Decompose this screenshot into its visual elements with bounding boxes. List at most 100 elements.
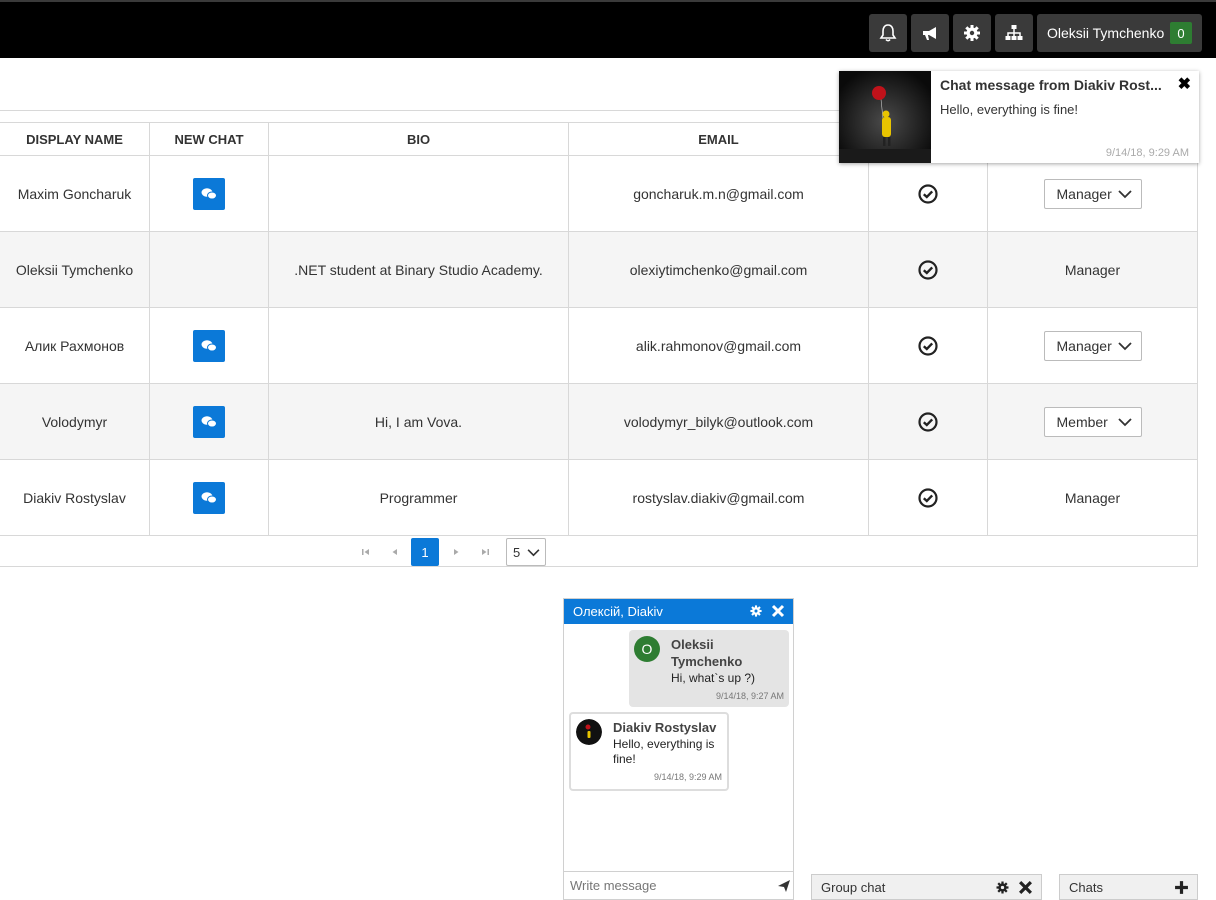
page-size-dropdown[interactable]: 5 xyxy=(506,538,546,566)
user-name: Oleksii Tymchenko xyxy=(1047,25,1165,41)
chevron-down-icon xyxy=(527,549,540,557)
role-cell: Manager xyxy=(1064,262,1121,278)
new-chat-button[interactable] xyxy=(193,482,225,514)
message-author: Diakiv Rostyslav xyxy=(613,720,717,735)
notification-text: Hello, everything is fine! xyxy=(940,102,1079,117)
bio-cell: .NET student at Binary Studio Academy. xyxy=(269,232,569,308)
top-navbar: Oleksii Tymchenko 0 xyxy=(0,0,1216,58)
verified-cell xyxy=(869,156,988,232)
check-circle-icon xyxy=(918,412,938,432)
group-chat-label: Group chat xyxy=(821,879,886,895)
email-cell: goncharuk.m.n@gmail.com xyxy=(569,156,869,232)
message-author-first: Oleksii xyxy=(671,637,714,652)
chats-tab[interactable]: Chats xyxy=(1059,874,1198,900)
chat-bubbles-icon xyxy=(201,340,217,352)
new-chat-button[interactable] xyxy=(193,406,225,438)
bio-cell: Hi, I am Vova. xyxy=(269,384,569,460)
organization-button[interactable] xyxy=(995,14,1033,52)
next-page-icon xyxy=(454,549,459,555)
notifications-button[interactable] xyxy=(869,14,907,52)
plus-icon[interactable] xyxy=(1174,880,1189,895)
email-cell: olexiytimchenko@gmail.com xyxy=(569,232,869,308)
table-row: Oleksii Tymchenko .NET student at Binary… xyxy=(0,232,1197,308)
display-name-cell: Алик Рахмонов xyxy=(0,308,150,384)
announcements-button[interactable] xyxy=(911,14,949,52)
close-icon[interactable] xyxy=(771,604,785,618)
avatar xyxy=(576,719,602,745)
gear-icon xyxy=(964,25,980,41)
user-menu-button[interactable]: Oleksii Tymchenko 0 xyxy=(1037,14,1202,52)
send-icon[interactable] xyxy=(777,879,791,893)
role-cell: Manager xyxy=(988,308,1197,384)
email-cell: rostyslav.diakiv@gmail.com xyxy=(569,460,869,536)
role-cell: Manager xyxy=(1064,490,1121,506)
avatar: O xyxy=(634,636,660,662)
message-input[interactable]: Write message xyxy=(564,871,793,899)
notification-time: 9/14/18, 9:29 AM xyxy=(1105,147,1189,159)
new-chat-button[interactable] xyxy=(193,178,225,210)
message-text-line2: fine! xyxy=(613,752,636,766)
verified-cell xyxy=(869,384,988,460)
new-chat-button[interactable] xyxy=(193,330,225,362)
role-dropdown[interactable]: Manager xyxy=(1043,179,1142,209)
new-chat-cell xyxy=(150,308,269,384)
bell-icon xyxy=(879,24,897,42)
role-value: Manager xyxy=(1056,186,1112,202)
chat-bubbles-icon xyxy=(201,188,217,200)
last-page-button[interactable] xyxy=(471,538,499,566)
display-name-cell: Diakiv Rostyslav xyxy=(0,460,150,536)
new-chat-cell xyxy=(150,232,269,308)
chevron-down-icon xyxy=(1117,190,1132,199)
chat-message-outgoing: O Oleksii Tymchenko Hi, what`s up ?) 9/1… xyxy=(629,630,789,707)
next-page-button[interactable] xyxy=(442,538,470,566)
table-row: Volodymyr Hi, I am Vova. volodymyr_bilyk… xyxy=(0,384,1197,460)
prev-page-button[interactable] xyxy=(381,538,409,566)
gear-icon[interactable] xyxy=(749,604,763,618)
notification-avatar-image xyxy=(839,71,931,163)
role-cell: Member xyxy=(988,384,1197,460)
verified-cell xyxy=(869,460,988,536)
users-grid: DISPLAY NAME NEW CHAT BIO EMAIL Maxim Go… xyxy=(0,122,1198,567)
message-text-line1: Hello, everything is xyxy=(613,737,715,751)
chat-window-header[interactable]: Олексій, Diakiv xyxy=(564,599,793,624)
chevron-down-icon xyxy=(1117,342,1132,351)
gear-icon[interactable] xyxy=(995,880,1010,895)
prev-page-icon xyxy=(392,549,397,555)
column-header-bio[interactable]: BIO xyxy=(269,123,569,156)
check-circle-icon xyxy=(918,488,938,508)
message-time: 9/14/18, 9:27 AM xyxy=(715,691,784,701)
email-cell: alik.rahmonov@gmail.com xyxy=(569,308,869,384)
column-header-email[interactable]: EMAIL xyxy=(569,123,869,156)
settings-button[interactable] xyxy=(953,14,991,52)
display-name-cell: Maxim Goncharuk xyxy=(0,156,150,232)
close-icon[interactable] xyxy=(1018,880,1033,895)
role-value: Member xyxy=(1056,414,1108,430)
first-page-button[interactable] xyxy=(352,538,380,566)
column-header-new-chat[interactable]: NEW CHAT xyxy=(150,123,269,156)
chat-bubbles-icon xyxy=(201,492,217,504)
chat-window: Олексій, Diakiv O Oleksii Tymchenko Hi, … xyxy=(563,598,794,900)
notification-title: Chat message from Diakiv Rost... xyxy=(940,77,1162,93)
bio-cell: Programmer xyxy=(269,460,569,536)
verified-cell xyxy=(869,232,988,308)
last-page-icon xyxy=(482,549,489,555)
message-input-placeholder: Write message xyxy=(570,878,657,893)
group-chat-tab[interactable]: Group chat xyxy=(811,874,1042,900)
message-text: Hi, what`s up ?) xyxy=(671,671,756,685)
chat-notification[interactable]: Chat message from Diakiv Rost... Hello, … xyxy=(839,71,1199,163)
sitemap-icon xyxy=(1005,25,1023,40)
message-author-last: Tymchenko xyxy=(671,654,743,669)
check-circle-icon xyxy=(918,336,938,356)
close-icon[interactable]: ✖ xyxy=(1178,74,1191,94)
chevron-down-icon xyxy=(1117,418,1132,427)
table-row: Алик Рахмонов alik.rahmonov@gmail.com Ma… xyxy=(0,308,1197,384)
page-number-button[interactable]: 1 xyxy=(411,538,439,566)
role-dropdown[interactable]: Manager xyxy=(1043,331,1142,361)
column-header-display-name[interactable]: DISPLAY NAME xyxy=(0,123,150,156)
new-chat-cell xyxy=(150,156,269,232)
table-row: Diakiv Rostyslav Programmer rostyslav.di… xyxy=(0,460,1197,536)
check-circle-icon xyxy=(918,184,938,204)
message-time: 9/14/18, 9:29 AM xyxy=(653,772,722,782)
page-size-value: 5 xyxy=(513,544,521,560)
role-dropdown[interactable]: Member xyxy=(1043,407,1142,437)
